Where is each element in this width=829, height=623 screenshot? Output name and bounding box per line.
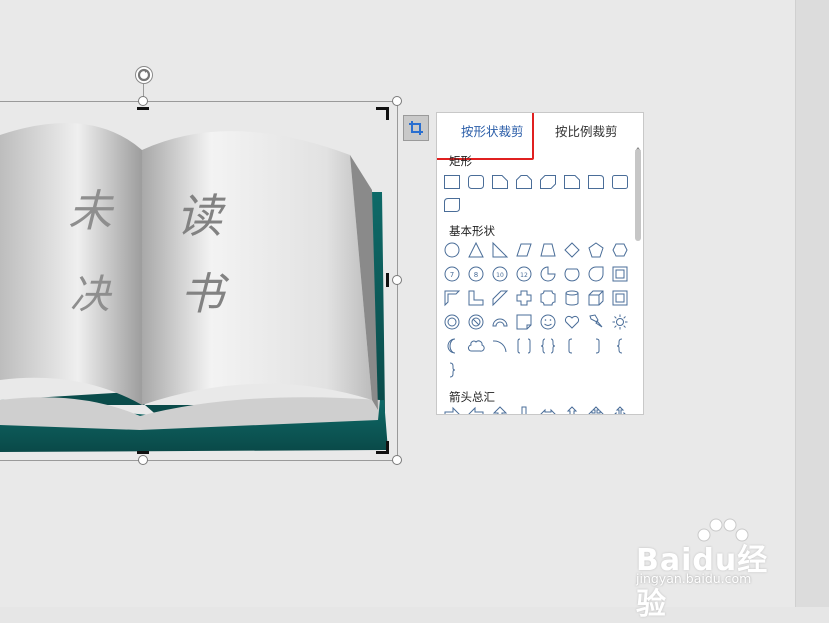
shape-plus-icon[interactable] [513, 287, 535, 309]
shape-can-icon[interactable] [561, 287, 583, 309]
shape-right-brace-icon[interactable] [441, 359, 463, 381]
shape-half-frame-icon[interactable] [441, 287, 463, 309]
shape-left-bracket-icon[interactable] [561, 335, 583, 357]
shape-oval-icon[interactable] [441, 239, 463, 261]
shape-up-arrow-icon[interactable] [489, 403, 511, 414]
shape-round-diagonal-icon[interactable] [441, 194, 463, 216]
shape-rectangle-icon[interactable] [441, 171, 463, 193]
shape-hexagon-icon[interactable] [609, 239, 631, 261]
crop-shape-menu: 按形状裁剪 按比例裁剪 矩形 基本形状 箭头总汇 7 8 10 12 [436, 112, 644, 415]
shape-snip-round-icon[interactable] [561, 171, 583, 193]
shape-octagon-icon[interactable]: 8 [465, 263, 487, 285]
shape-sun-icon[interactable] [609, 311, 631, 333]
shape-down-arrow-icon[interactable] [513, 403, 535, 414]
shape-tri-arrow-icon[interactable] [609, 403, 631, 414]
tab-crop-by-ratio[interactable]: 按比例裁剪 [555, 121, 618, 140]
svg-text:8: 8 [474, 271, 478, 279]
shape-double-brace-icon[interactable] [537, 335, 559, 357]
crop-handle-right[interactable] [386, 273, 389, 287]
resize-handle-bottom[interactable] [138, 455, 148, 465]
shape-lightning-bolt-icon[interactable] [585, 311, 607, 333]
shape-diagonal-stripe-icon[interactable] [489, 287, 511, 309]
shape-cube-icon[interactable] [585, 287, 607, 309]
slide-canvas[interactable]: 未 决 读 书 按形状裁剪 按比例裁剪 矩形 基本形状 箭头总汇 7 8 10 … [0, 0, 795, 622]
section-rectangle: 矩形 [449, 154, 472, 168]
shape-donut-icon[interactable] [441, 311, 463, 333]
shape-dodecagon-icon[interactable]: 12 [513, 263, 535, 285]
shape-plaque-icon[interactable] [537, 287, 559, 309]
shape-up-down-arrow-icon[interactable] [561, 403, 583, 414]
shape-rounded-rect-icon[interactable] [465, 171, 487, 193]
crop-handle-bottom-right[interactable] [376, 441, 389, 454]
menu-scrollbar[interactable] [635, 149, 641, 241]
crop-handle-top[interactable] [137, 107, 149, 110]
selection-frame [0, 101, 398, 461]
shape-round-same-icon[interactable] [609, 171, 631, 193]
rotate-icon[interactable] [135, 66, 153, 84]
shape-left-brace-icon[interactable] [609, 335, 631, 357]
shape-diamond-icon[interactable] [561, 239, 583, 261]
tab-crop-by-shape[interactable]: 按形状裁剪 [461, 121, 524, 140]
resize-handle-bottom-right[interactable] [392, 455, 402, 465]
crop-icon [409, 121, 423, 135]
shape-l-shape-icon[interactable] [465, 287, 487, 309]
shape-pie-icon[interactable] [537, 263, 559, 285]
shape-trapezoid-icon[interactable] [537, 239, 559, 261]
shape-left-right-arrow-icon[interactable] [537, 403, 559, 414]
shape-heart-icon[interactable] [561, 311, 583, 333]
crop-handle-top-right[interactable] [376, 107, 389, 120]
shape-right-triangle-icon[interactable] [489, 239, 511, 261]
window-scrollbar[interactable] [795, 0, 829, 607]
shape-frame-icon[interactable] [609, 263, 631, 285]
shape-quad-arrow-icon[interactable] [585, 403, 607, 414]
shape-round-single-icon[interactable] [585, 171, 607, 193]
shape-pentagon-icon[interactable] [585, 239, 607, 261]
shape-chord-icon[interactable] [561, 263, 583, 285]
shape-right-bracket-icon[interactable] [585, 335, 607, 357]
shape-snip-diagonal-icon[interactable] [537, 171, 559, 193]
crop-handle-bottom[interactable] [137, 451, 149, 454]
svg-text:7: 7 [450, 271, 454, 279]
shape-moon-icon[interactable] [441, 335, 463, 357]
shape-snip-same-icon[interactable] [513, 171, 535, 193]
shape-double-bracket-icon[interactable] [513, 335, 535, 357]
shape-arc-icon[interactable] [489, 335, 511, 357]
menu-scroll-up-icon[interactable] [635, 137, 641, 151]
shape-left-arrow-icon[interactable] [465, 403, 487, 414]
shape-bevel-icon[interactable] [609, 287, 631, 309]
shape-smiley-face-icon[interactable] [537, 311, 559, 333]
resize-handle-top-right[interactable] [392, 96, 402, 106]
shape-right-arrow-icon[interactable] [441, 403, 463, 414]
baidu-watermark: Baidu经验 jingyan.baidu.com [632, 515, 792, 622]
shape-block-arc-icon[interactable] [489, 311, 511, 333]
section-basic-shapes: 基本形状 [449, 224, 495, 238]
resize-handle-right[interactable] [392, 275, 402, 285]
shape-folded-corner-icon[interactable] [513, 311, 535, 333]
watermark-url: jingyan.baidu.com [636, 571, 752, 586]
shape-heptagon-icon[interactable]: 7 [441, 263, 463, 285]
shape-teardrop-icon[interactable] [585, 263, 607, 285]
svg-text:10: 10 [496, 272, 504, 279]
svg-text:12: 12 [520, 272, 528, 279]
shape-snip-single-icon[interactable] [489, 171, 511, 193]
shape-decagon-icon[interactable]: 10 [489, 263, 511, 285]
shape-triangle-icon[interactable] [465, 239, 487, 261]
shape-parallelogram-icon[interactable] [513, 239, 535, 261]
crop-button[interactable] [403, 115, 429, 141]
shape-no-symbol-icon[interactable] [465, 311, 487, 333]
shape-cloud-icon[interactable] [465, 335, 487, 357]
resize-handle-top[interactable] [138, 96, 148, 106]
